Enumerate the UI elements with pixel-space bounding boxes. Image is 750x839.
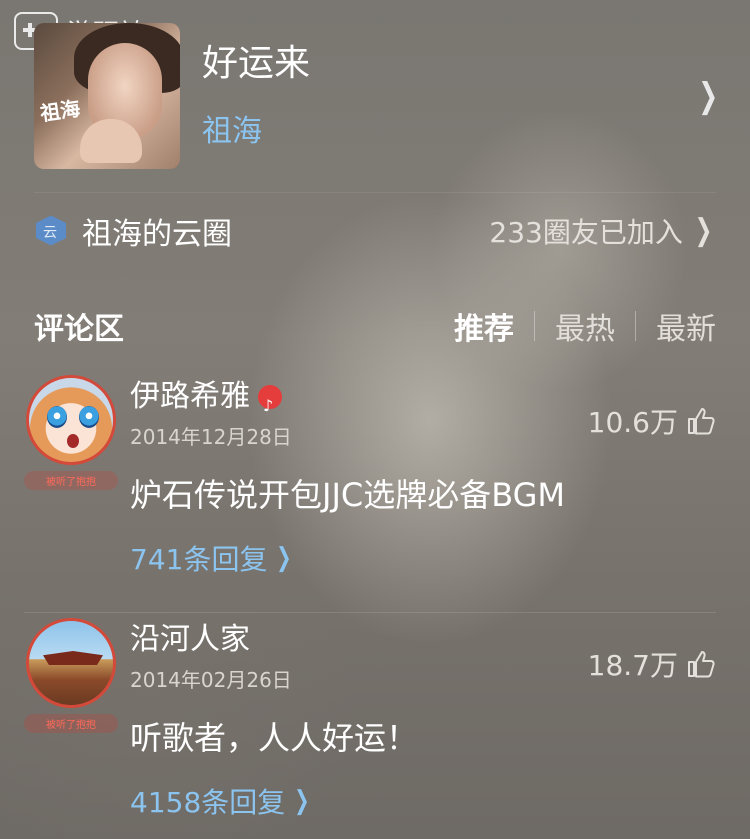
chevron-right-icon: ❯ — [294, 786, 310, 816]
avatar-group: 被听了抱抱 — [24, 618, 118, 733]
replies-link[interactable]: 4158条回复 ❯ — [130, 781, 716, 821]
avatar-group: 被听了抱抱 — [24, 375, 118, 490]
album-cover[interactable]: 祖海 — [34, 23, 180, 169]
cover-title: 祖海 — [38, 96, 82, 126]
replies-count: 741条回复 — [130, 543, 268, 576]
tab-divider — [534, 311, 535, 341]
replies-count: 4158条回复 — [130, 786, 286, 819]
comments-title: 评论区 — [34, 312, 124, 347]
comment-text[interactable]: 炉石传说开包JJC选牌必备BGM — [130, 472, 716, 518]
avatar-badge: 被听了抱抱 — [24, 471, 118, 490]
like-count: 10.6万 — [587, 406, 678, 439]
thumbs-up-icon — [686, 406, 716, 436]
comment-item: 被听了抱抱 沿河人家 2014年02月26日 听歌者，人人好运！ 4158条回复… — [24, 612, 716, 839]
tab-divider — [635, 311, 636, 341]
circle-member-count: 233圈友已加入 — [489, 215, 683, 249]
like-button[interactable]: 10.6万 — [588, 401, 716, 441]
song-title: 好运来 — [202, 43, 311, 84]
song-info: 好运来 祖海 — [202, 42, 694, 150]
comment-sort-tabs: 推荐 最热 最新 — [454, 304, 716, 348]
avatar-mouth — [67, 434, 79, 448]
chevron-right-icon: ❯ — [276, 543, 292, 573]
avatar-badge: 被听了抱抱 — [24, 714, 118, 733]
tab-recommended[interactable]: 推荐 — [454, 304, 514, 348]
comment-username[interactable]: 沿河人家 — [130, 618, 250, 662]
avatar-building — [43, 651, 103, 665]
music-badge-icon — [258, 384, 282, 428]
comments-header: 评论区 推荐 最热 最新 — [34, 298, 716, 354]
avatar-eye — [79, 406, 99, 428]
avatar[interactable] — [26, 375, 116, 465]
like-button[interactable]: 18.7万 — [588, 644, 716, 684]
comment-item: 被听了抱抱 伊路希雅 2014年12月28日 炉石传说开包JJC选牌必备BGM … — [24, 375, 716, 605]
avatar-eye — [47, 406, 67, 428]
chevron-right-icon[interactable]: ❯ — [695, 213, 713, 248]
comment-text[interactable]: 听歌者，人人好运！ — [130, 715, 716, 761]
like-count: 18.7万 — [587, 649, 678, 682]
circle-name: 祖海的云圈 — [82, 216, 232, 252]
replies-link[interactable]: 741条回复 ❯ — [130, 538, 716, 578]
artist-circle-row[interactable]: 云 祖海的云圈 233圈友已加入 ❯ — [34, 192, 716, 268]
chevron-right-icon[interactable]: ❯ — [698, 76, 718, 116]
song-header[interactable]: 祖海 好运来 祖海 ❯ — [34, 22, 722, 170]
tab-newest[interactable]: 最新 — [656, 304, 716, 348]
tab-hottest[interactable]: 最热 — [555, 304, 615, 348]
avatar[interactable] — [26, 618, 116, 708]
thumbs-up-icon — [686, 649, 716, 679]
artist-link[interactable]: 祖海 — [202, 106, 694, 150]
cloud-circle-icon: 云 — [34, 216, 68, 246]
comment-username[interactable]: 伊路希雅 — [130, 375, 250, 419]
